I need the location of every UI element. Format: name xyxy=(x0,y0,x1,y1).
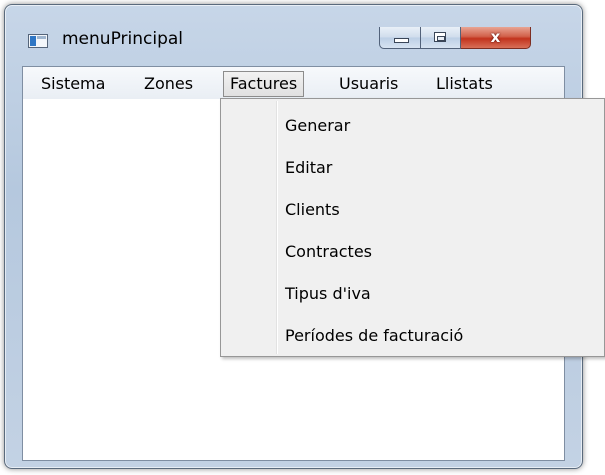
menu-item-periodes-facturacio[interactable]: Períodes de facturació xyxy=(223,317,601,355)
menu-factures[interactable]: Factures xyxy=(223,71,305,97)
maximize-icon xyxy=(434,32,446,42)
menu-llistats[interactable]: Llistats xyxy=(430,71,499,97)
minimize-button[interactable] xyxy=(379,27,421,49)
menu-item-generar[interactable]: Generar xyxy=(223,107,601,145)
app-window-icon xyxy=(28,34,48,48)
minimize-icon xyxy=(394,38,409,43)
menu-sistema[interactable]: Sistema xyxy=(35,71,111,97)
menu-item-clients[interactable]: Clients xyxy=(223,191,601,229)
menu-bar: Sistema Zones Factures Usuaris Llistats xyxy=(23,67,564,99)
menu-item-tipus-iva[interactable]: Tipus d'iva xyxy=(223,275,601,313)
maximize-button[interactable] xyxy=(421,27,461,49)
window-title: menuPrincipal xyxy=(62,29,184,49)
factures-dropdown-menu: Generar Editar Clients Contractes Tipus … xyxy=(220,98,605,357)
menu-zones[interactable]: Zones xyxy=(138,71,199,97)
menu-usuaris[interactable]: Usuaris xyxy=(333,71,404,97)
close-icon: x xyxy=(490,28,501,46)
menu-item-editar[interactable]: Editar xyxy=(223,149,601,187)
menu-item-contractes[interactable]: Contractes xyxy=(223,233,601,271)
close-button[interactable]: x xyxy=(461,27,531,49)
